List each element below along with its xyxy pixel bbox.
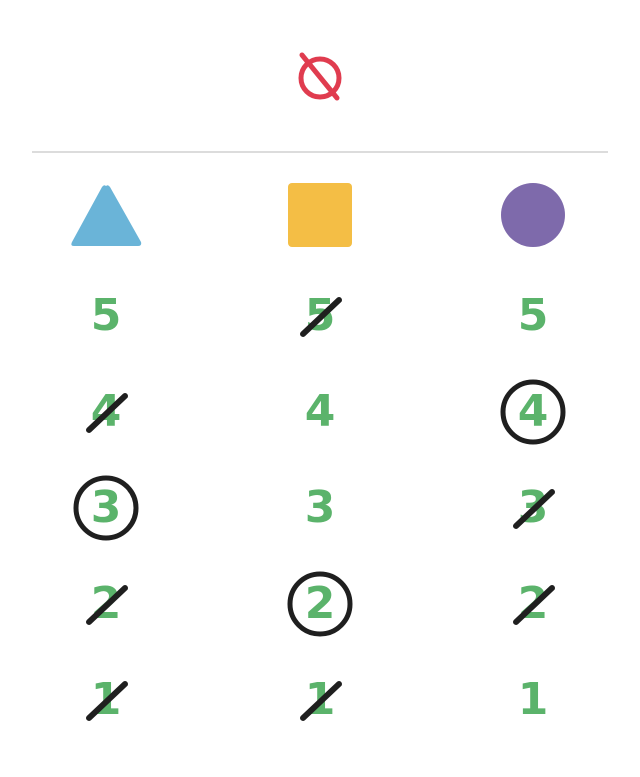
circle-mark bbox=[73, 475, 139, 541]
number-3-crossed[interactable]: 3 bbox=[473, 468, 593, 548]
column-square: 5 4 3 2 1 bbox=[260, 182, 380, 742]
strike-mark bbox=[300, 681, 342, 721]
circle-mark bbox=[500, 379, 566, 445]
square-icon bbox=[260, 182, 380, 252]
number-4-circled[interactable]: 4 bbox=[473, 372, 593, 452]
strike-mark bbox=[300, 297, 342, 337]
strike-mark bbox=[86, 585, 128, 625]
card-header bbox=[0, 0, 640, 152]
triangle-icon bbox=[46, 182, 166, 252]
number-4[interactable]: 4 bbox=[260, 372, 380, 452]
circle-icon bbox=[473, 182, 593, 252]
prohibited-icon[interactable] bbox=[294, 52, 346, 104]
number-2-crossed[interactable]: 2 bbox=[46, 564, 166, 644]
number-3-circled[interactable]: 3 bbox=[46, 468, 166, 548]
divider bbox=[32, 151, 608, 153]
number-5[interactable]: 5 bbox=[473, 276, 593, 356]
number-2-circled[interactable]: 2 bbox=[260, 564, 380, 644]
number-3[interactable]: 3 bbox=[260, 468, 380, 548]
strike-mark bbox=[86, 681, 128, 721]
strike-mark bbox=[86, 393, 128, 433]
number-4-crossed[interactable]: 4 bbox=[46, 372, 166, 452]
circle-mark bbox=[287, 571, 353, 637]
column-triangle: 5 4 3 2 1 bbox=[46, 182, 166, 742]
number-5[interactable]: 5 bbox=[46, 276, 166, 356]
column-circle: 5 4 3 2 1 bbox=[473, 182, 593, 742]
number-1-crossed[interactable]: 1 bbox=[260, 660, 380, 740]
number-1-crossed[interactable]: 1 bbox=[46, 660, 166, 740]
number-1[interactable]: 1 bbox=[473, 660, 593, 740]
strike-mark bbox=[513, 489, 555, 529]
score-card: 5 4 3 2 1 5 4 3 2 1 5 4 3 2 1 bbox=[0, 0, 640, 777]
number-2-crossed[interactable]: 2 bbox=[473, 564, 593, 644]
number-5-crossed[interactable]: 5 bbox=[260, 276, 380, 356]
strike-mark bbox=[513, 585, 555, 625]
